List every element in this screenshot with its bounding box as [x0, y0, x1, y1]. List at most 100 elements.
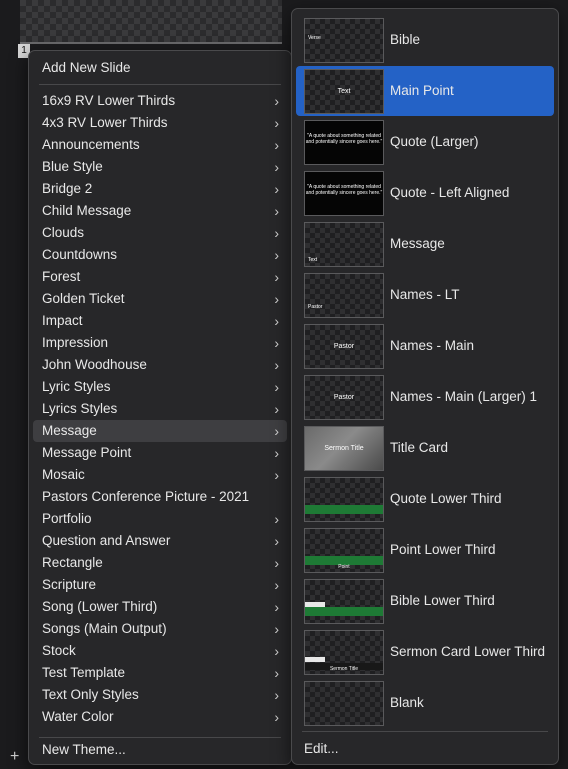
menu-item[interactable]: Scripture ›: [33, 574, 287, 596]
template-item[interactable]: Pastor Names - Main (Larger) 1: [296, 372, 554, 422]
template-item[interactable]: Text Main Point: [296, 66, 554, 116]
menu-item-label: Mosaic: [42, 467, 85, 482]
menu-item[interactable]: Question and Answer ›: [33, 530, 287, 552]
chevron-right-icon: ›: [274, 379, 279, 395]
chevron-right-icon: ›: [274, 621, 279, 637]
template-thumbnail: Verse: [304, 18, 384, 63]
submenu-separator: [302, 731, 548, 732]
chevron-right-icon: ›: [274, 313, 279, 329]
theme-menu: Add New Slide 16x9 RV Lower Thirds › 4x3 R…: [28, 50, 292, 765]
menu-item-label: Countdowns: [42, 247, 118, 262]
slide-thumbnail[interactable]: [20, 0, 282, 44]
menu-item[interactable]: Lyric Styles ›: [33, 376, 287, 398]
menu-item-label: 16x9 RV Lower Thirds: [42, 93, 176, 108]
template-label: Names - Main (Larger) 1: [390, 389, 538, 404]
menu-item[interactable]: 16x9 RV Lower Thirds ›: [33, 90, 287, 112]
template-item[interactable]: "A quote about something related and pot…: [296, 117, 554, 167]
menu-item-label: John Woodhouse: [42, 357, 147, 372]
template-item[interactable]: Quote Lower Third: [296, 474, 554, 524]
reference-tab: [305, 657, 325, 662]
menu-item[interactable]: Golden Ticket ›: [33, 288, 287, 310]
menu-item-label: Announcements: [42, 137, 140, 152]
menu-item-label: Question and Answer: [42, 533, 171, 548]
template-item[interactable]: Point Point Lower Third: [296, 525, 554, 575]
template-item[interactable]: Sermon Title Sermon Card Lower Third: [296, 627, 554, 677]
menu-item[interactable]: 4x3 RV Lower Thirds ›: [33, 112, 287, 134]
menu-item[interactable]: Child Message ›: [33, 200, 287, 222]
template-thumbnail: "A quote about something related and pot…: [304, 171, 384, 216]
new-theme-item[interactable]: New Theme...: [33, 739, 287, 761]
thumbnail-text: Verse: [308, 35, 321, 41]
chevron-right-icon: ›: [274, 357, 279, 373]
menu-item[interactable]: Text Only Styles ›: [33, 684, 287, 706]
thumbnail-text: Text: [308, 257, 318, 263]
menu-item-label: Lyrics Styles: [42, 401, 118, 416]
template-label: Sermon Card Lower Third: [390, 644, 546, 659]
template-item[interactable]: Pastor Names - LT: [296, 270, 554, 320]
template-label: Main Point: [390, 83, 454, 98]
menu-item[interactable]: Water Color ›: [33, 706, 287, 728]
menu-item[interactable]: Blue Style ›: [33, 156, 287, 178]
chevron-right-icon: ›: [274, 665, 279, 681]
menu-item-label: Forest: [42, 269, 81, 284]
menu-item-label: Pastors Conference Picture - 2021: [42, 489, 250, 504]
menu-separator: [39, 737, 281, 738]
thumbnail-text: Pastor: [308, 304, 323, 310]
chevron-right-icon: ›: [274, 225, 279, 241]
template-item[interactable]: Bible Lower Third: [296, 576, 554, 626]
chevron-right-icon: ›: [274, 93, 279, 109]
menu-item[interactable]: Stock ›: [33, 640, 287, 662]
template-item[interactable]: Text Message: [296, 219, 554, 269]
menu-item[interactable]: Impact ›: [33, 310, 287, 332]
menu-item-label: Text Only Styles: [42, 687, 139, 702]
chevron-right-icon: ›: [274, 159, 279, 175]
menu-item[interactable]: Portfolio ›: [33, 508, 287, 530]
template-thumbnail: Text: [304, 222, 384, 267]
menu-item[interactable]: Songs (Main Output) ›: [33, 618, 287, 640]
chevron-right-icon: ›: [274, 577, 279, 593]
template-thumbnail: Pastor: [304, 375, 384, 420]
menu-item[interactable]: Countdowns ›: [33, 244, 287, 266]
menu-item-label: Songs (Main Output): [42, 621, 167, 636]
menu-item[interactable]: Song (Lower Third) ›: [33, 596, 287, 618]
template-item[interactable]: Pastor Names - Main: [296, 321, 554, 371]
menu-item[interactable]: Rectangle ›: [33, 552, 287, 574]
add-new-slide-item[interactable]: Add New Slide: [33, 57, 287, 79]
menu-item[interactable]: Impression ›: [33, 332, 287, 354]
menu-item[interactable]: John Woodhouse ›: [33, 354, 287, 376]
template-thumbnail: [304, 579, 384, 624]
template-label: Title Card: [390, 440, 449, 455]
menu-item[interactable]: Bridge 2 ›: [33, 178, 287, 200]
menu-item[interactable]: Test Template ›: [33, 662, 287, 684]
template-thumbnail: Pastor: [304, 324, 384, 369]
menu-item[interactable]: Pastors Conference Picture - 2021: [33, 486, 287, 508]
template-item[interactable]: "A quote about something related and pot…: [296, 168, 554, 218]
chevron-right-icon: ›: [274, 445, 279, 461]
chevron-right-icon: ›: [274, 533, 279, 549]
menu-item[interactable]: Message ›: [33, 420, 287, 442]
template-item[interactable]: Sermon Title Title Card: [296, 423, 554, 473]
menu-item[interactable]: Announcements ›: [33, 134, 287, 156]
thumbnail-text: Pastor: [333, 394, 355, 401]
template-item[interactable]: Blank: [296, 678, 554, 728]
menu-item-label: Impact: [42, 313, 83, 328]
chevron-right-icon: ›: [274, 709, 279, 725]
template-label: Bible Lower Third: [390, 593, 495, 608]
lower-third-bar: [305, 505, 383, 514]
menu-item[interactable]: Lyrics Styles ›: [33, 398, 287, 420]
menu-item[interactable]: Forest ›: [33, 266, 287, 288]
menu-item[interactable]: Clouds ›: [33, 222, 287, 244]
menu-item-label: Message Point: [42, 445, 132, 460]
edit-item[interactable]: Edit...: [304, 741, 339, 756]
menu-item-label: Golden Ticket: [42, 291, 125, 306]
chevron-right-icon: ›: [274, 599, 279, 615]
thumbnail-text: "A quote about something related and pot…: [305, 133, 383, 145]
template-item[interactable]: Verse Bible: [296, 15, 554, 65]
menu-item[interactable]: Mosaic ›: [33, 464, 287, 486]
template-thumbnail: "A quote about something related and pot…: [304, 120, 384, 165]
menu-item-label: Water Color: [42, 709, 114, 724]
add-icon[interactable]: +: [10, 748, 19, 766]
menu-item-label: Clouds: [42, 225, 85, 240]
menu-item[interactable]: Message Point ›: [33, 442, 287, 464]
template-thumbnail: Sermon Title: [304, 426, 384, 471]
